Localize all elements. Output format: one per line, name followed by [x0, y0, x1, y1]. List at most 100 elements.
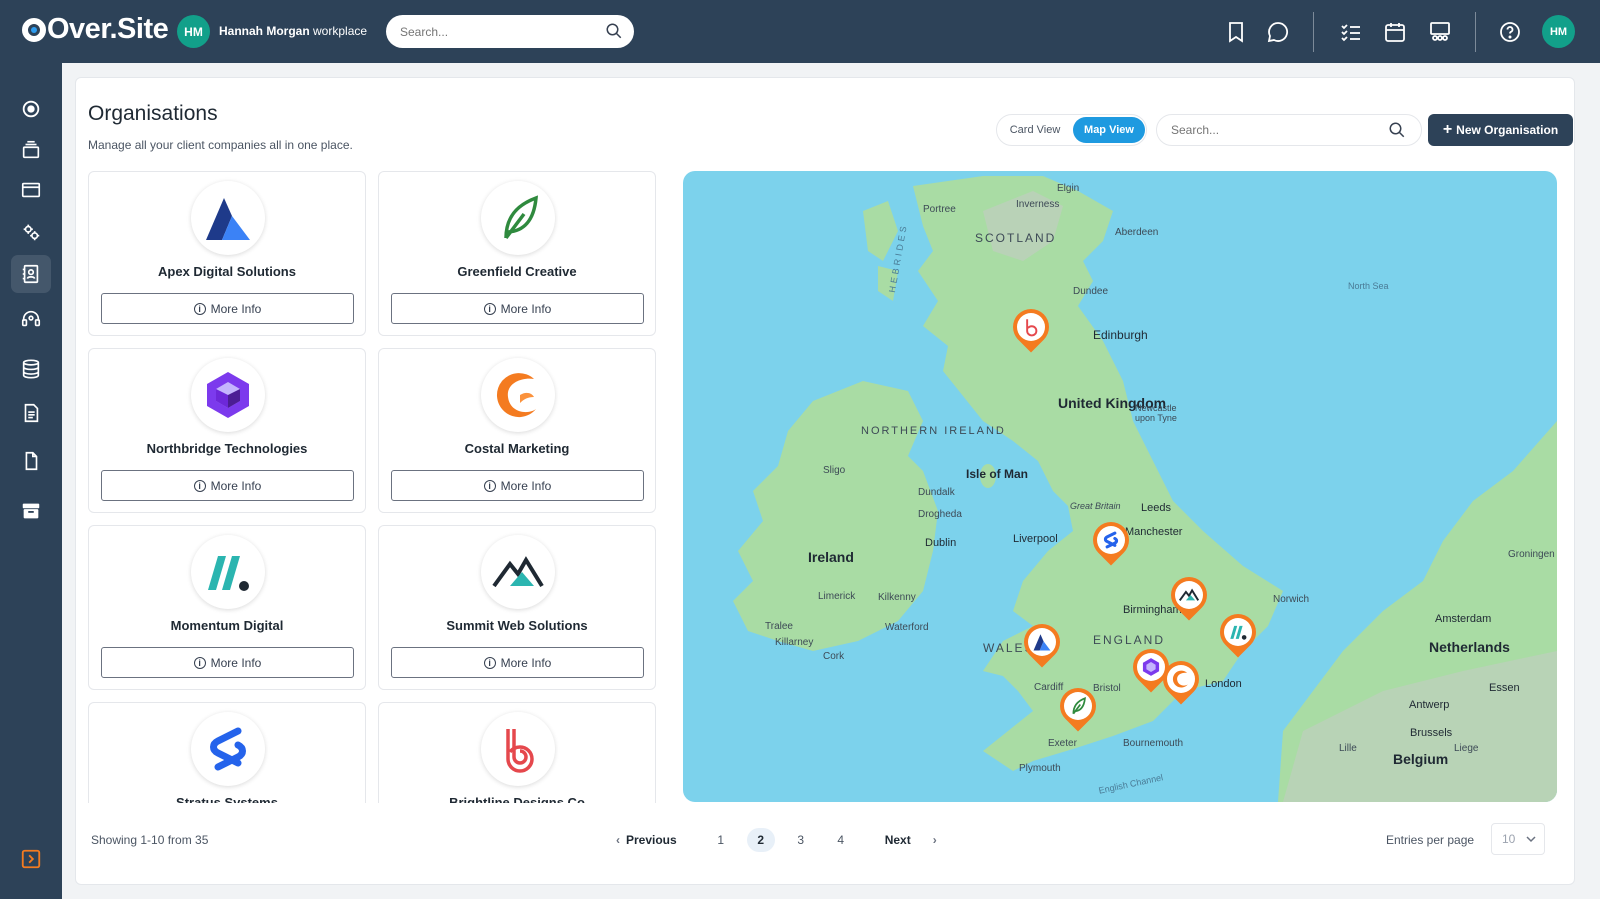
app-logo[interactable]: Over.Site [22, 13, 169, 46]
sidebar-item-documents[interactable] [11, 394, 51, 432]
map-city: Liverpool [1013, 533, 1058, 545]
map-city: Lille [1339, 743, 1357, 754]
map-city: Limerick [818, 591, 856, 602]
map-city: Exeter [1048, 738, 1077, 749]
map-city: Portree [923, 204, 956, 215]
map-city: Manchester [1125, 526, 1183, 538]
more-info-button[interactable]: i More Info [101, 293, 354, 324]
apex-logo [191, 181, 265, 255]
costal-logo [481, 358, 555, 432]
sidebar-collapse-button[interactable] [11, 840, 51, 878]
collapse-icon [21, 849, 41, 869]
more-info-label: More Info [210, 301, 262, 316]
checklist-icon[interactable] [1339, 20, 1363, 44]
organisation-name: Stratus Systems [176, 795, 278, 803]
map-view-toggle[interactable]: Map View [1073, 117, 1145, 143]
map-city: Sligo [823, 465, 846, 476]
sidebar-item-support[interactable] [11, 300, 51, 338]
map-pin-brightline[interactable] [1005, 301, 1057, 357]
sidebar-item-dashboard[interactable] [11, 90, 51, 128]
map-pin-apex[interactable] [1016, 616, 1068, 672]
sidebar-item-browser[interactable] [11, 171, 51, 209]
more-info-button[interactable]: i More Info [391, 470, 644, 501]
chat-icon[interactable] [1266, 20, 1290, 44]
help-icon[interactable] [1498, 20, 1522, 44]
plus-icon: + [1442, 121, 1453, 138]
organisation-name: Northbridge Technologies [146, 441, 308, 456]
organisation-card: Apex Digital Solutions i More Info [88, 171, 366, 336]
sidebar-item-archive[interactable] [11, 492, 51, 530]
header-divider [1313, 12, 1314, 52]
projects-icon [22, 140, 40, 159]
info-icon: i [193, 479, 206, 492]
map-city: Amsterdam [1435, 613, 1492, 625]
page-number-4[interactable]: 4 [827, 828, 855, 852]
sidebar-item-contacts[interactable] [11, 255, 51, 293]
search-icon[interactable] [605, 22, 623, 40]
map-pin-greenfield[interactable] [1052, 680, 1104, 736]
view-toggle: Card View Map View [996, 114, 1147, 146]
map-city: Dundee [1073, 286, 1109, 297]
sidebar-item-settings[interactable] [11, 213, 51, 251]
user-avatar[interactable]: HM [1542, 15, 1575, 48]
organisation-card: Momentum Digital i More Info [88, 525, 366, 690]
top-bar: Over.Site HM Hannah Morgan workplace HM [0, 0, 1600, 63]
previous-page-button[interactable]: ‹ Previous [616, 833, 677, 847]
map-city: Newcastle upon Tyne [1135, 403, 1177, 423]
sidebar-item-projects[interactable] [11, 131, 51, 169]
team-icon[interactable] [1428, 20, 1452, 44]
map-pin-stratus[interactable] [1085, 514, 1137, 570]
global-search-input[interactable] [386, 15, 634, 48]
new-organisation-label: New Organisation [1456, 123, 1559, 137]
map-label-united-kingdom: United Kingdom [1058, 395, 1167, 411]
greenfield-logo [481, 181, 555, 255]
search-icon[interactable] [1388, 121, 1406, 139]
map-pin-costal[interactable] [1155, 653, 1207, 709]
page-number-3[interactable]: 3 [787, 828, 815, 852]
card-view-toggle[interactable]: Card View [1000, 117, 1070, 143]
page-title: Organisations [88, 102, 218, 125]
sidebar-item-database[interactable] [11, 350, 51, 388]
more-info-button[interactable]: i More Info [391, 293, 644, 324]
organisation-card: Stratus Systems [88, 702, 366, 803]
more-info-label: More Info [500, 655, 552, 670]
map-pin-summit[interactable] [1163, 569, 1215, 625]
chevron-left-icon: ‹ [616, 833, 620, 847]
map-city: Aberdeen [1115, 227, 1159, 238]
organisation-card: Greenfield Creative i More Info [378, 171, 656, 336]
map-city: Leeds [1141, 502, 1171, 514]
organisation-name: Brightline Designs Co [449, 795, 585, 803]
map-city: Essen [1489, 682, 1520, 694]
workspace-avatar[interactable]: HM [177, 15, 210, 48]
info-icon: i [483, 656, 496, 669]
more-info-button[interactable]: i More Info [101, 647, 354, 678]
organisation-card: Costal Marketing i More Info [378, 348, 656, 513]
organisation-name: Momentum Digital [170, 618, 284, 633]
next-page-button[interactable]: Next › [885, 833, 937, 847]
header-divider [1475, 12, 1476, 52]
page-number-2[interactable]: 2 [746, 828, 775, 852]
organisation-grid: Apex Digital Solutions i More Info Greenf… [88, 171, 658, 803]
summit-logo [481, 535, 555, 609]
organisation-name: Summit Web Solutions [446, 618, 588, 633]
workspace-name[interactable]: Hannah Morgan workplace [219, 24, 367, 38]
map-city: Antwerp [1409, 699, 1450, 711]
organisation-map[interactable]: SCOTLAND United Kingdom NORTHERN IRELAND… [683, 171, 1557, 802]
more-info-button[interactable]: i More Info [101, 470, 354, 501]
calendar-icon[interactable] [1383, 20, 1407, 44]
map-city: Bristol [1093, 683, 1121, 694]
entries-per-page-select[interactable]: 10 [1491, 823, 1545, 855]
map-city: Cardiff [1034, 682, 1064, 693]
map-city: Killarney [775, 637, 814, 648]
documents-icon [24, 403, 39, 423]
more-info-label: More Info [500, 478, 552, 493]
map-label-north-sea: North Sea [1348, 281, 1389, 291]
more-info-button[interactable]: i More Info [391, 647, 644, 678]
map-pin-momentum[interactable] [1212, 606, 1264, 662]
sidebar-item-file[interactable] [11, 442, 51, 480]
dashboard-icon [22, 100, 40, 118]
bookmark-icon[interactable] [1224, 20, 1248, 44]
organisation-search-input[interactable] [1156, 114, 1422, 146]
page-number-1[interactable]: 1 [707, 828, 735, 852]
new-organisation-button[interactable]: + New Organisation [1428, 114, 1573, 146]
